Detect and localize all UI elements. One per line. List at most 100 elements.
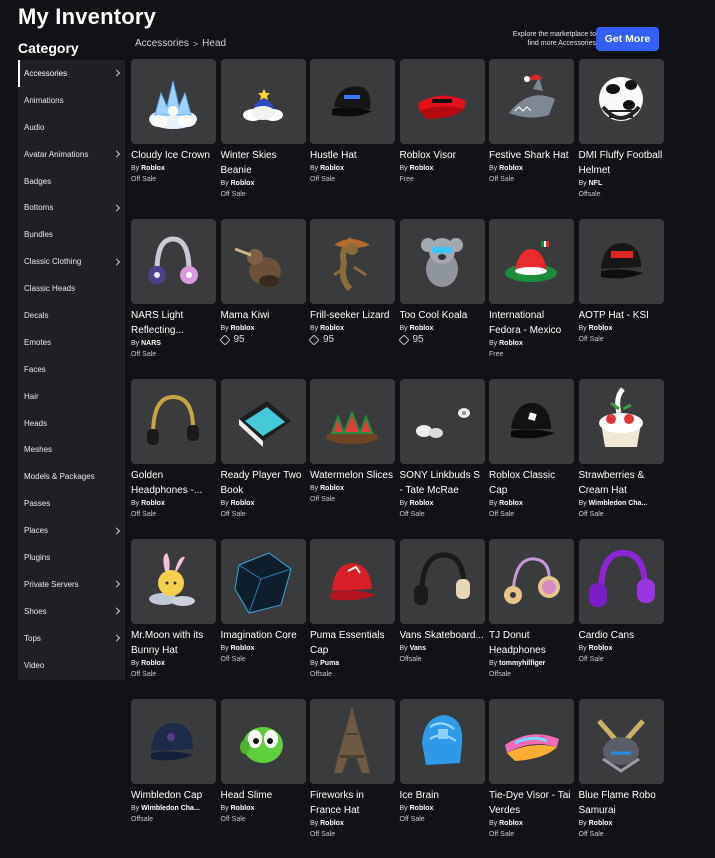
sidebar-item-hair[interactable]: Hair — [18, 383, 125, 410]
sidebar-item-shoes[interactable]: Shoes — [18, 598, 125, 625]
creator-name[interactable]: NFL — [589, 180, 603, 187]
item-card[interactable]: Too Cool Koala By Roblox 95 — [397, 219, 486, 346]
item-name[interactable]: Golden Headphones -... — [131, 468, 217, 498]
sidebar-item-bundles[interactable]: Bundles — [18, 221, 125, 248]
sidebar-item-animations[interactable]: Animations — [18, 87, 125, 114]
creator-name[interactable]: Roblox — [499, 820, 523, 827]
item-card[interactable]: Imagination Core By Roblox Off Sale — [220, 539, 307, 665]
football-helmet-icon[interactable] — [578, 59, 664, 144]
item-name[interactable]: Too Cool Koala — [400, 308, 486, 323]
donut-headphones-icon[interactable] — [489, 539, 574, 624]
flower-headphones-icon[interactable] — [131, 219, 216, 304]
item-name[interactable]: Puma Essentials Cap — [310, 628, 396, 658]
item-card[interactable]: Mama Kiwi By Roblox 95 — [218, 219, 307, 346]
creator-name[interactable]: Roblox — [499, 165, 523, 172]
creator-name[interactable]: NARS — [141, 340, 161, 347]
moon-bunny-icon[interactable] — [131, 539, 216, 624]
item-name[interactable]: Cardio Cans — [579, 628, 665, 643]
item-card[interactable]: Winter Skies Beanie By Roblox Off Sale — [220, 59, 307, 200]
item-name[interactable]: Hustle Hat — [310, 148, 396, 163]
sidebar-item-faces[interactable]: Faces — [18, 356, 125, 383]
sidebar-item-models-packages[interactable]: Models & Packages — [18, 463, 125, 490]
slime-icon[interactable] — [220, 699, 306, 784]
item-card[interactable]: Ice Brain By Roblox Off Sale — [399, 699, 486, 825]
creator-name[interactable]: Roblox — [410, 500, 434, 507]
creator-name[interactable]: Roblox — [231, 180, 255, 187]
item-card[interactable]: Festive Shark Hat By Roblox Off Sale — [489, 59, 575, 185]
cube-icon[interactable] — [220, 539, 306, 624]
sidebar-item-meshes[interactable]: Meshes — [18, 436, 125, 463]
item-name[interactable]: Roblox Visor — [400, 148, 486, 163]
item-card[interactable]: Hustle Hat By Roblox Off Sale — [310, 59, 396, 185]
vans-headphones-icon[interactable] — [399, 539, 485, 624]
shark-hat-icon[interactable] — [489, 59, 574, 144]
item-card[interactable]: Mr.Moon with its Bunny Hat By Roblox Off S… — [131, 539, 217, 680]
breadcrumb-parent[interactable]: Accessories — [135, 38, 189, 49]
item-card[interactable]: Strawberries & Cream Hat By Wimbledon Cha… — [578, 379, 665, 520]
creator-name[interactable]: Roblox — [589, 325, 613, 332]
item-card[interactable]: Roblox Visor By Roblox Free — [399, 59, 486, 185]
creator-name[interactable]: Vans — [410, 645, 426, 652]
aotp-cap-icon[interactable] — [578, 219, 664, 304]
item-card[interactable]: Frill-seeker Lizard By Roblox 95 — [308, 219, 396, 346]
item-name[interactable]: Ready Player Two Book — [221, 468, 307, 498]
koala-icon[interactable] — [399, 219, 485, 304]
creator-name[interactable]: tommyhilfiger — [499, 660, 545, 667]
red-visor-icon[interactable] — [399, 59, 485, 144]
item-card[interactable]: Cardio Cans By Roblox Off Sale — [578, 539, 665, 665]
creator-name[interactable]: Roblox — [320, 165, 344, 172]
creator-name[interactable]: Roblox — [231, 325, 255, 332]
creator-name[interactable]: Wimbledon Cha... — [141, 805, 200, 812]
item-card[interactable]: Tie-Dye Visor - Tai Verdes By Roblox Off S… — [489, 699, 575, 840]
sidebar-item-bottoms[interactable]: Bottoms — [18, 194, 125, 221]
item-card[interactable]: Roblox Classic Cap By Roblox Off Sale — [489, 379, 575, 520]
item-name[interactable]: NARS Light Reflecting... — [131, 308, 217, 338]
item-card[interactable]: International Fedora - Mexico By Roblox Fr… — [489, 219, 575, 360]
sidebar-item-plugins[interactable]: Plugins — [18, 544, 125, 571]
creator-name[interactable]: Roblox — [320, 820, 344, 827]
item-card[interactable]: Ready Player Two Book By Roblox Off Sale — [220, 379, 307, 520]
creator-name[interactable]: Wimbledon Cha... — [589, 500, 648, 507]
creator-name[interactable]: Roblox — [410, 805, 434, 812]
item-card[interactable]: NARS Light Reflecting... By NARS Off Sale — [131, 219, 217, 360]
item-card[interactable]: Golden Headphones -... By Roblox Off Sale — [131, 379, 217, 520]
creator-name[interactable]: Roblox — [499, 340, 523, 347]
creator-name[interactable]: Roblox — [499, 500, 523, 507]
sidebar-item-classic-clothing[interactable]: Classic Clothing — [18, 248, 125, 275]
item-card[interactable]: Cloudy Ice Crown By Roblox Off Sale — [131, 59, 217, 185]
item-name[interactable]: International Fedora - Mexico — [489, 308, 575, 338]
item-name[interactable]: SONY Linkbuds S - Tate McRae — [400, 468, 486, 498]
sidebar-item-badges[interactable]: Badges — [18, 168, 125, 195]
item-name[interactable]: DMI Fluffy Football Helmet — [579, 148, 665, 178]
sidebar-item-heads[interactable]: Heads — [18, 410, 125, 437]
creator-name[interactable]: Roblox — [231, 500, 255, 507]
item-card[interactable]: DMI Fluffy Football Helmet By NFL Offsale — [578, 59, 665, 200]
purple-headphones-icon[interactable] — [578, 539, 664, 624]
sidebar-item-passes[interactable]: Passes — [18, 490, 125, 517]
item-card[interactable]: Fireworks in France Hat By Roblox Off Sale — [310, 699, 396, 840]
samurai-helmet-icon[interactable] — [578, 699, 664, 784]
kiwi-bird-icon[interactable] — [220, 219, 306, 304]
creator-name[interactable]: Roblox — [231, 805, 255, 812]
item-name[interactable]: Ice Brain — [400, 788, 486, 803]
sidebar-item-places[interactable]: Places — [18, 517, 125, 544]
item-name[interactable]: Watermelon Slices — [310, 468, 396, 483]
item-name[interactable]: Winter Skies Beanie — [221, 148, 307, 178]
creator-name[interactable]: Roblox — [320, 325, 344, 332]
item-name[interactable]: Mr.Moon with its Bunny Hat — [131, 628, 217, 658]
watermelon-icon[interactable] — [310, 379, 395, 464]
item-card[interactable]: Vans Skateboard... By Vans Offsale — [399, 539, 486, 665]
item-name[interactable]: Wimbledon Cap — [131, 788, 217, 803]
creator-name[interactable]: Roblox — [141, 660, 165, 667]
sidebar-item-emotes[interactable]: Emotes — [18, 329, 125, 356]
mexico-fedora-icon[interactable] — [489, 219, 574, 304]
sidebar-item-classic-heads[interactable]: Classic Heads — [18, 275, 125, 302]
item-name[interactable]: Imagination Core — [221, 628, 307, 643]
item-name[interactable]: AOTP Hat - KSI — [579, 308, 665, 323]
eiffel-tower-icon[interactable] — [310, 699, 395, 784]
item-name[interactable]: Frill-seeker Lizard — [310, 308, 396, 323]
item-card[interactable]: AOTP Hat - KSI By Roblox Off Sale — [578, 219, 665, 345]
item-name[interactable]: Tie-Dye Visor - Tai Verdes — [489, 788, 575, 818]
red-cap-icon[interactable] — [310, 539, 395, 624]
item-card[interactable]: Head Slime By Roblox Off Sale — [220, 699, 307, 825]
